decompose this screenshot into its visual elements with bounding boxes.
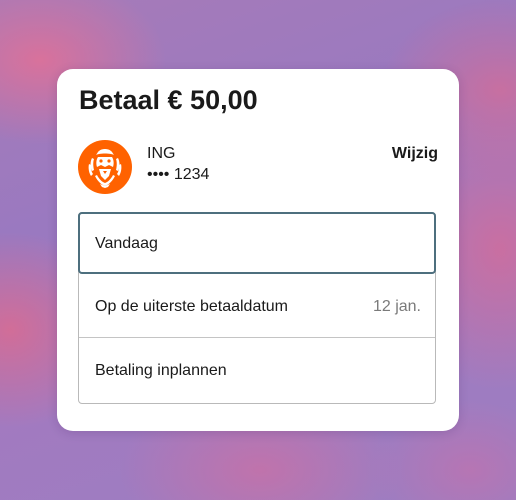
- option-schedule-payment[interactable]: Betaling inplannen: [79, 339, 435, 403]
- option-schedule-label: Betaling inplannen: [95, 362, 227, 379]
- payment-title: Betaal € 50,00: [79, 85, 258, 115]
- option-due-date-value: 12 jan.: [372, 298, 421, 315]
- option-due-date[interactable]: Op de uiterste betaaldatum 12 jan.: [79, 274, 435, 338]
- ing-lion-logo-icon: [78, 140, 132, 194]
- payment-dialog: Betaal € 50,00 ING •••• 1234 Wijzig Vand…: [57, 69, 459, 431]
- option-today-label: Vandaag: [95, 235, 158, 252]
- option-due-date-label: Op de uiterste betaaldatum: [95, 298, 289, 315]
- option-today[interactable]: Vandaag: [78, 212, 436, 274]
- account-number: •••• 1234: [147, 166, 210, 183]
- payment-date-options: Vandaag Op de uiterste betaaldatum 12 ja…: [78, 212, 436, 404]
- change-account-button[interactable]: Wijzig: [392, 144, 438, 164]
- bank-name: ING: [147, 145, 176, 162]
